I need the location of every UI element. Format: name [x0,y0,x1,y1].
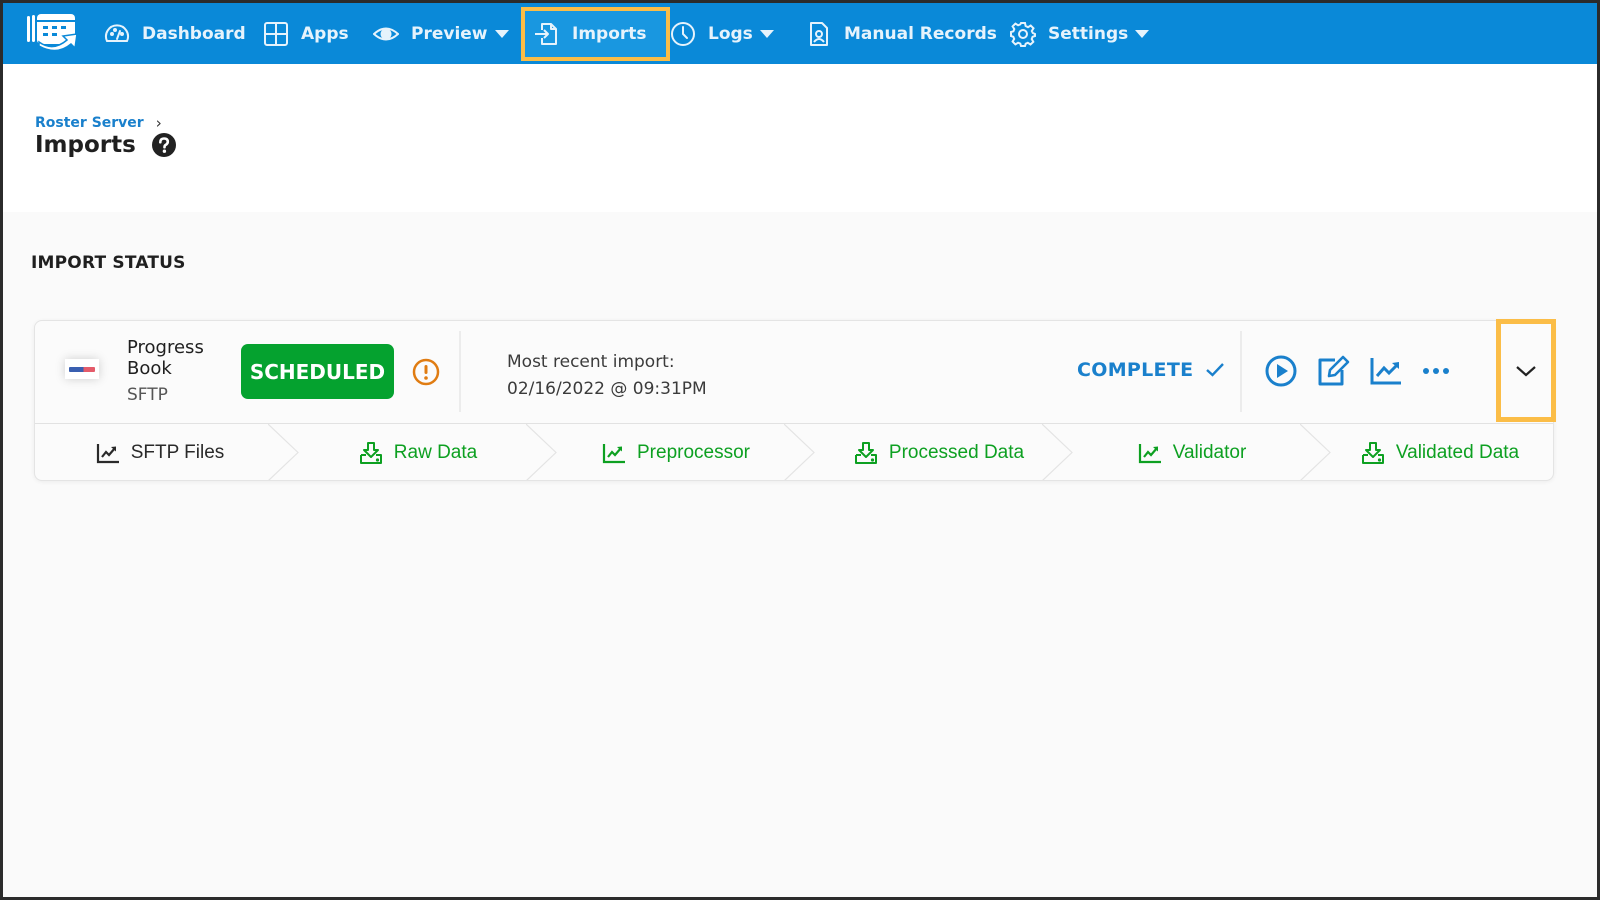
app-name-line2: Book [127,358,172,379]
page-title-text: Imports [35,132,136,158]
analytics-chart-icon[interactable] [1368,353,1404,389]
import-card-summary: Progress Book SFTP SCHEDULED Most recent… [35,319,1556,424]
top-nav: Dashboard Apps Preview Imports Logs Manu… [3,3,1597,64]
nav-settings[interactable]: Settings [1010,10,1150,58]
step-preprocessor[interactable]: Preprocessor [551,424,801,481]
step-label: Validator [1172,441,1247,463]
download-tray-icon [854,441,877,464]
eye-icon [373,27,399,41]
nav-dashboard[interactable]: Dashboard [104,10,246,58]
app-logo-icon[interactable] [25,12,79,52]
import-result-label: COMPLETE [1077,359,1194,381]
chevron-down-icon [1516,365,1536,376]
step-label: Processed Data [888,441,1025,463]
divider [459,331,461,412]
app-name: Progress Book [127,337,204,379]
grid-icon [264,22,288,46]
chart-line-icon [1138,443,1161,463]
nav-preview[interactable]: Preview [373,10,509,58]
breadcrumb: Roster Server › [35,114,162,132]
step-label: SFTP Files [130,441,225,463]
step-validated-data[interactable]: Validated Data [1325,424,1555,481]
help-icon[interactable] [151,133,176,157]
nav-settings-label: Settings [1048,24,1129,44]
edit-icon[interactable] [1315,353,1351,389]
page-title: Imports [35,132,176,158]
nav-imports-label: Imports [572,24,647,44]
import-result: COMPLETE [1077,359,1225,381]
step-validator[interactable]: Validator [1067,424,1317,481]
checkmark-icon [1206,363,1225,377]
step-label: Raw Data [393,441,478,463]
import-card: Progress Book SFTP SCHEDULED Most recent… [34,319,1556,481]
nav-logs[interactable]: Logs [670,10,774,58]
step-sftp-files[interactable]: SFTP Files [35,424,285,481]
step-label: Preprocessor [637,441,750,463]
breadcrumb-roster-server[interactable]: Roster Server [35,115,144,131]
most-recent-import-label: Most recent import: [507,352,675,372]
nav-preview-label: Preview [411,24,488,44]
caret-down-icon [759,30,774,38]
more-options-icon[interactable] [1418,353,1454,389]
caret-down-icon [494,30,509,38]
dashboard-gauge-icon [105,24,129,42]
app-window: Dashboard Apps Preview Imports Logs Manu… [3,3,1597,897]
download-tray-icon [1361,441,1384,464]
pipeline-steps: SFTP Files Raw Data Preprocessor Process… [35,424,1553,481]
most-recent-import-time: 02/16/2022 @ 09:31PM [507,379,707,399]
progress-book-logo [65,359,99,379]
user-document-icon [810,22,828,46]
step-label: Validated Data [1395,441,1520,463]
caret-down-icon [1135,30,1150,38]
nav-apps-label: Apps [301,24,349,44]
divider [1240,331,1242,412]
page-header: Roster Server › Imports [3,64,1597,212]
chart-line-icon [96,443,119,463]
nav-logs-label: Logs [708,24,753,44]
import-file-icon [535,23,557,45]
clock-icon [671,22,695,46]
app-name-line1: Progress [127,337,204,358]
step-processed-data[interactable]: Processed Data [809,424,1069,481]
play-icon[interactable] [1263,353,1299,389]
chevron-right-icon: › [155,114,162,132]
nav-manual-records-label: Manual Records [844,24,997,44]
nav-imports[interactable]: Imports [521,7,670,61]
warning-icon[interactable] [412,358,440,386]
nav-manual-records[interactable]: Manual Records [806,10,997,58]
most-recent-import: Most recent import: 02/16/2022 @ 09:31PM [507,349,707,403]
expand-button[interactable] [1496,319,1556,422]
connection-type: SFTP [127,385,168,405]
section-title: IMPORT STATUS [31,253,186,273]
chart-line-icon [602,443,625,463]
status-badge: SCHEDULED [241,344,394,399]
step-raw-data[interactable]: Raw Data [293,424,543,481]
gear-icon [1010,22,1036,47]
download-tray-icon [359,441,382,464]
nav-dashboard-label: Dashboard [142,24,246,44]
nav-apps[interactable]: Apps [263,10,349,58]
